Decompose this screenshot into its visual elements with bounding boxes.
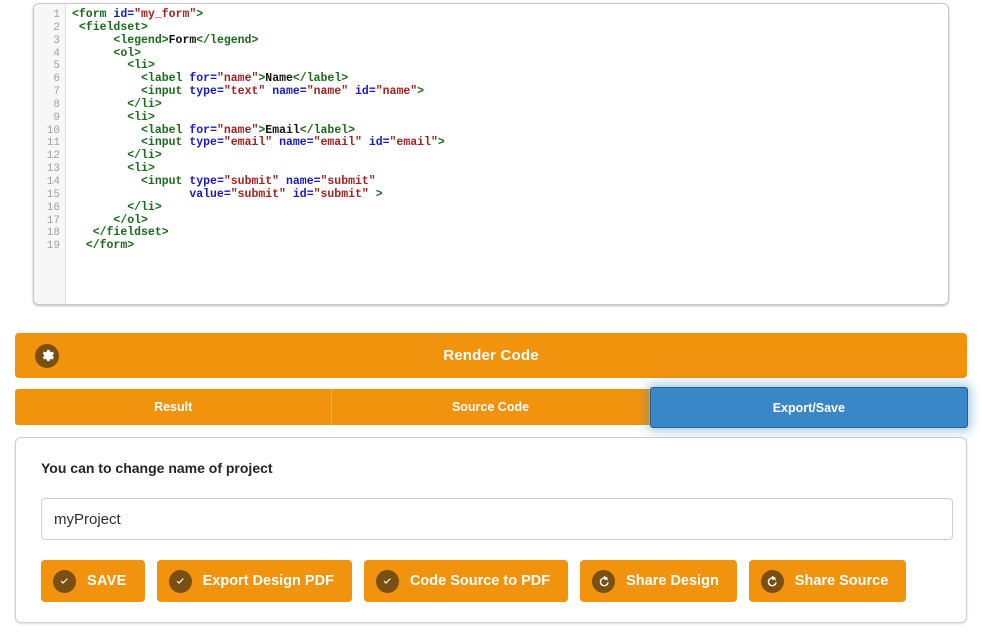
tab-label: Result xyxy=(154,400,192,414)
button-label: Share Design xyxy=(626,573,719,589)
button-label: Export Design PDF xyxy=(203,573,334,589)
action-button-row: SAVE Export Design PDF Code Source to PD… xyxy=(41,560,947,602)
button-label: SAVE xyxy=(87,573,127,589)
share-arrow-icon xyxy=(592,570,615,593)
render-code-label: Render Code xyxy=(443,347,539,364)
export-save-panel: You can to change name of project SAVE E… xyxy=(15,437,967,623)
tab-label: Export/Save xyxy=(773,401,845,415)
share-design-button[interactable]: Share Design xyxy=(580,560,737,602)
render-code-button[interactable]: Render Code xyxy=(15,333,967,378)
tab-export-save[interactable]: Export/Save xyxy=(650,387,968,428)
save-button[interactable]: SAVE xyxy=(41,560,145,602)
tab-bar: Result Source Code Export/Save xyxy=(15,389,967,425)
line-number: 15 xyxy=(34,189,60,202)
share-arrow-icon xyxy=(761,570,784,593)
line-number: 6 xyxy=(34,73,60,86)
export-design-pdf-button[interactable]: Export Design PDF xyxy=(157,560,352,602)
line-number: 17 xyxy=(34,215,60,228)
check-icon xyxy=(53,570,76,593)
line-number: 7 xyxy=(34,86,60,99)
line-number: 1 xyxy=(34,9,60,22)
line-number: 2 xyxy=(34,22,60,35)
line-number: 16 xyxy=(34,202,60,215)
code-source-to-pdf-button[interactable]: Code Source to PDF xyxy=(364,560,568,602)
tab-source-code[interactable]: Source Code xyxy=(332,389,649,425)
project-name-input[interactable] xyxy=(41,498,953,540)
line-number: 4 xyxy=(34,48,60,61)
check-icon xyxy=(376,570,399,593)
check-icon xyxy=(169,570,192,593)
code-text-area[interactable]: <form id="my_form"> <fieldset> <legend>F… xyxy=(66,4,948,304)
tab-label: Source Code xyxy=(452,400,529,414)
gear-icon xyxy=(35,344,59,368)
line-number: 10 xyxy=(34,125,60,138)
share-source-button[interactable]: Share Source xyxy=(749,560,907,602)
tab-result[interactable]: Result xyxy=(15,389,332,425)
line-number: 8 xyxy=(34,99,60,112)
panel-heading: You can to change name of project xyxy=(41,460,947,476)
line-number: 11 xyxy=(34,137,60,150)
line-number-gutter: 1 2 3 4 5 6 7 8 9 10 11 12 13 14 15 16 1… xyxy=(34,4,66,304)
button-label: Share Source xyxy=(795,573,889,589)
line-number: 14 xyxy=(34,176,60,189)
line-number: 13 xyxy=(34,163,60,176)
app-root: 1 2 3 4 5 6 7 8 9 10 11 12 13 14 15 16 1… xyxy=(0,0,982,641)
line-number: 3 xyxy=(34,35,60,48)
button-label: Code Source to PDF xyxy=(410,573,550,589)
line-number: 5 xyxy=(34,60,60,73)
line-number: 19 xyxy=(34,240,60,253)
line-number: 12 xyxy=(34,150,60,163)
code-editor[interactable]: 1 2 3 4 5 6 7 8 9 10 11 12 13 14 15 16 1… xyxy=(33,3,949,305)
line-number: 18 xyxy=(34,227,60,240)
line-number: 9 xyxy=(34,112,60,125)
